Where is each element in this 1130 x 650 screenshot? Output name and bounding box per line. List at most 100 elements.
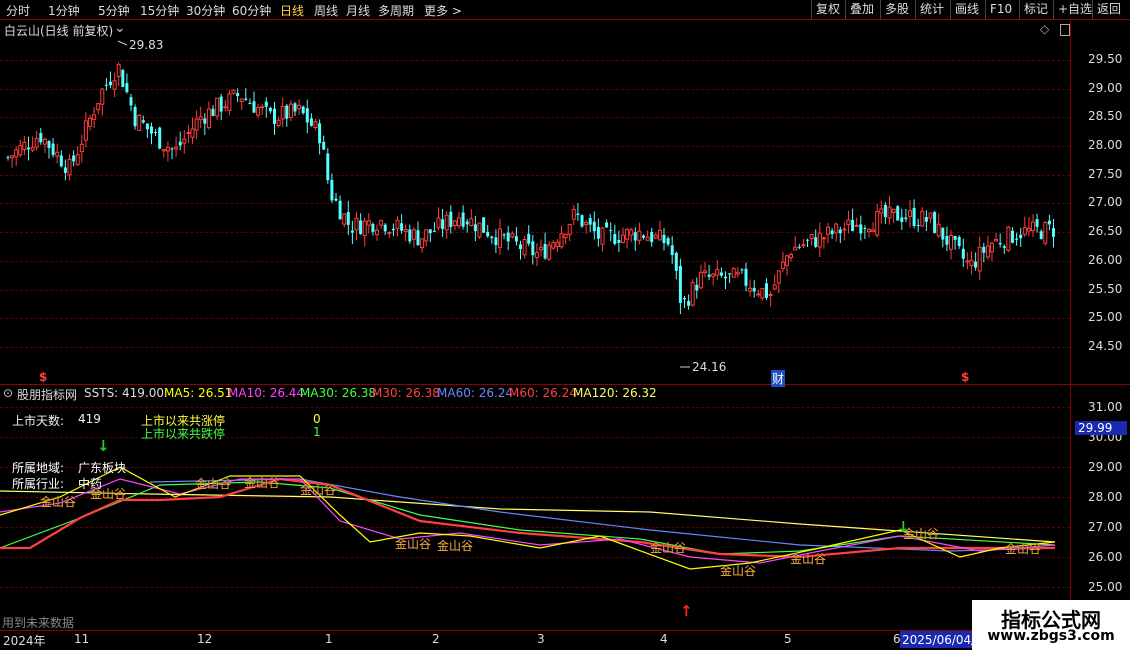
draw-button[interactable]: 画线	[950, 0, 983, 19]
candle-body	[821, 237, 826, 240]
candle-body	[42, 138, 47, 145]
dividend-marker[interactable]: $	[961, 370, 969, 384]
back-button[interactable]: 返回	[1092, 0, 1125, 19]
candle-body	[674, 252, 678, 271]
period-tab-5min[interactable]: 5分钟	[98, 2, 130, 19]
candle-body	[896, 206, 900, 221]
candle-body	[1011, 230, 1014, 243]
candle-body	[719, 272, 723, 276]
candle-body	[617, 239, 621, 243]
candle-body	[609, 229, 613, 231]
f10-button[interactable]: F10	[985, 0, 1016, 19]
candle-body	[125, 83, 129, 93]
period-tab-more[interactable]: 更多 >	[424, 2, 462, 19]
candle-body	[629, 229, 634, 236]
candle-body	[219, 96, 223, 112]
candle-body	[1022, 227, 1027, 235]
candle-body	[793, 246, 798, 251]
candle-body	[387, 232, 392, 235]
time-label: 2	[432, 632, 440, 646]
adjust-button[interactable]: 复权	[811, 0, 844, 19]
period-tab-30min[interactable]: 30分钟	[186, 2, 225, 19]
period-tab-1min[interactable]: 1分钟	[48, 2, 80, 19]
candle-body	[350, 230, 354, 233]
mark-button[interactable]: 标记	[1019, 0, 1052, 19]
overlay-button[interactable]: 叠加	[845, 0, 878, 19]
candle-body	[59, 155, 63, 167]
candle-body	[965, 260, 970, 263]
limit-down-label: 上市以来共跌停	[141, 427, 226, 441]
candle-body	[715, 269, 720, 276]
candle-body	[79, 143, 84, 153]
candle-body	[588, 218, 592, 225]
candle-body	[924, 217, 928, 222]
candle-body	[637, 230, 642, 241]
indicator-tick: 25.00	[1088, 580, 1123, 594]
candle-body	[567, 224, 572, 235]
candle-body	[55, 151, 60, 157]
candle-body	[621, 234, 625, 243]
signal-label: 金山谷	[40, 495, 77, 509]
period-tab-timeshare[interactable]: 分时	[6, 2, 30, 19]
add-watchlist-button[interactable]: +自选	[1053, 0, 1096, 19]
candle-body	[141, 120, 145, 123]
candle-body	[322, 141, 326, 150]
candle-body	[27, 147, 30, 150]
period-tab-daily[interactable]: 日线	[280, 2, 304, 19]
candle-body	[998, 243, 1002, 245]
candle-body	[100, 88, 105, 105]
candle-body	[461, 212, 465, 227]
period-tab-multi[interactable]: 多周期	[378, 2, 414, 19]
candle-body	[846, 219, 851, 226]
candle-body	[362, 220, 367, 237]
period-tab-monthly[interactable]: 月线	[346, 2, 370, 19]
candlestick-chart[interactable]	[0, 19, 1070, 384]
candle-body	[809, 234, 814, 240]
candle-body	[34, 138, 39, 148]
candle-body	[662, 234, 666, 244]
candle-body	[867, 229, 871, 233]
candle-body	[330, 179, 334, 201]
indicator-tick: 31.00	[1088, 400, 1123, 414]
candle-body	[313, 121, 318, 129]
candle-body	[137, 114, 142, 131]
limit-down-value: 1	[313, 425, 321, 439]
candle-body	[482, 217, 486, 233]
dividend-marker[interactable]: $	[39, 370, 47, 384]
candle-body	[411, 229, 416, 240]
candle-body	[1039, 231, 1043, 239]
candle-body	[728, 273, 732, 275]
candle-body	[854, 224, 859, 227]
industry-label: 所属行业:	[12, 477, 65, 491]
stats-button[interactable]: 统计	[915, 0, 948, 19]
y-axis-line	[1070, 19, 1071, 631]
candle-body	[203, 118, 207, 124]
candle-body	[301, 106, 305, 114]
signal-label: 金山谷	[244, 476, 281, 490]
region-value: 广东板块	[78, 461, 127, 475]
multi-stock-button[interactable]: 多股	[880, 0, 913, 19]
candle-body	[735, 271, 740, 275]
candle-body	[670, 245, 674, 256]
candle-body	[838, 229, 842, 234]
candle-body	[206, 108, 211, 129]
period-tab-15min[interactable]: 15分钟	[140, 2, 179, 19]
candle-body	[974, 261, 978, 268]
candle-body	[555, 241, 560, 248]
candle-body	[72, 155, 76, 162]
candle-body	[830, 230, 834, 235]
candle-body	[760, 288, 765, 299]
candle-body	[273, 108, 276, 124]
candle-body	[248, 102, 252, 104]
candle-body	[576, 213, 580, 215]
candle-body	[22, 141, 27, 151]
candle-body	[551, 242, 556, 249]
candle-body	[744, 268, 748, 286]
buy-arrow-icon: ↓	[97, 437, 110, 455]
period-tab-weekly[interactable]: 周线	[314, 2, 338, 19]
period-tab-60min[interactable]: 60分钟	[232, 2, 271, 19]
candle-body	[449, 211, 453, 227]
candle-body	[650, 232, 654, 243]
candle-body	[236, 93, 240, 97]
candle-body	[154, 131, 158, 133]
